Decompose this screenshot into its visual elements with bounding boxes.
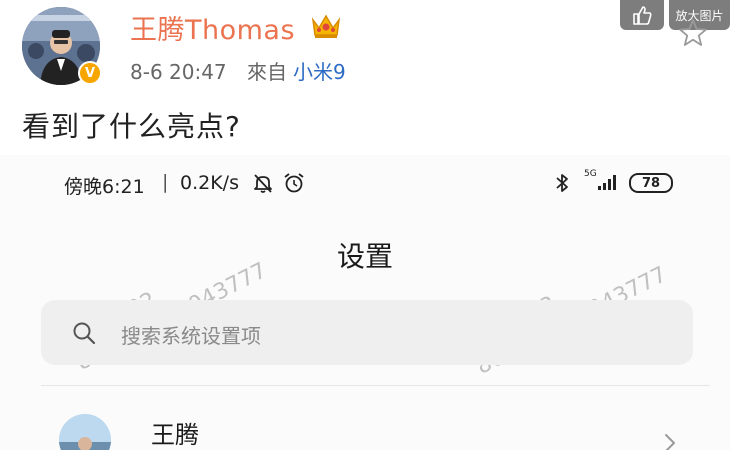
status-net-speed: 0.2K/s (180, 172, 239, 194)
post-timestamp: 8-6 20:47 (130, 60, 227, 84)
search-icon (73, 322, 96, 345)
source-prefix: 來自 (247, 60, 288, 84)
search-placeholder: 搜索系统设置项 (121, 324, 261, 348)
settings-search-box[interactable]: 搜索系统设置项 (41, 300, 693, 365)
author-username[interactable]: 王腾Thomas (130, 8, 295, 47)
thumbs-up-icon (633, 6, 652, 25)
post-meta: 8-6 20:47 來自 小米9 (130, 56, 346, 85)
mute-icon (254, 174, 272, 193)
battery-indicator: 78 (629, 173, 673, 193)
like-button[interactable] (620, 0, 664, 30)
status-separator: | (162, 171, 169, 193)
network-type-label: 5G (584, 169, 597, 179)
phone-screenshot[interactable]: 傍晚6:21 | 0.2K/s 5G 78 2342102 8602040400… (0, 155, 730, 450)
source-link[interactable]: 小米9 (293, 60, 346, 84)
signal-icon (598, 175, 616, 190)
chevron-right-icon (665, 434, 675, 450)
account-row[interactable]: 王腾 (41, 402, 710, 450)
author-avatar[interactable]: V (22, 7, 102, 87)
settings-page-title: 设置 (336, 240, 393, 273)
post-text: 看到了什么亮点? (22, 110, 241, 143)
account-name: 王腾 (151, 421, 199, 449)
account-avatar (59, 414, 111, 450)
status-time: 傍晚6:21 (64, 176, 145, 198)
verified-badge: V (78, 61, 102, 85)
star-icon[interactable] (676, 16, 710, 50)
bluetooth-icon (556, 174, 568, 192)
crown-icon (311, 14, 341, 38)
section-divider (41, 385, 710, 386)
alarm-icon (284, 173, 304, 193)
